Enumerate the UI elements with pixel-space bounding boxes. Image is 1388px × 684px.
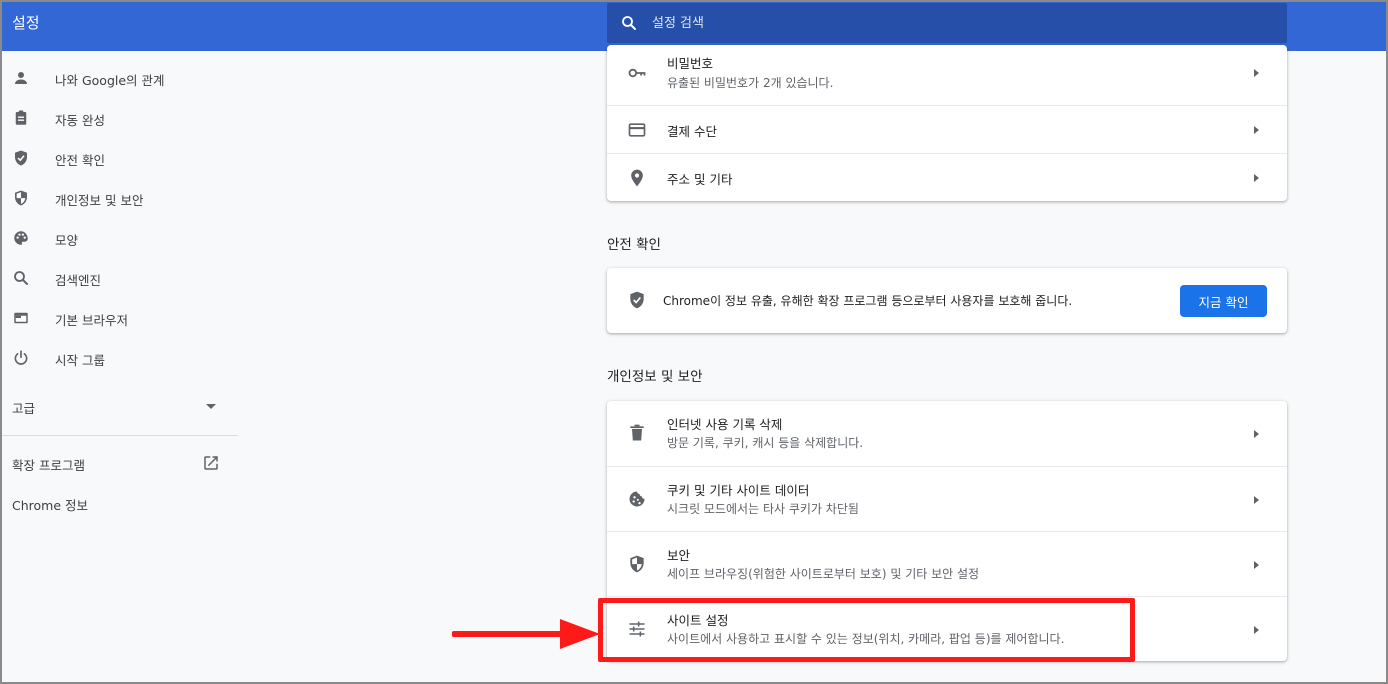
row-title: 결제 수단 <box>667 124 717 139</box>
safety-check-description: Chrome이 정보 유출, 유해한 확장 프로그램 등으로부터 사용자를 보호… <box>663 294 1073 308</box>
row-subtitle: 방문 기록, 쿠키, 캐시 등을 삭제합니다. <box>667 436 864 450</box>
about-chrome-link[interactable]: Chrome 정보 <box>2 483 238 523</box>
sidebar-item-label: 모양 <box>55 233 79 248</box>
sidebar-item-safety-check[interactable]: 안전 확인 <box>2 138 238 178</box>
search-icon <box>14 271 28 285</box>
row-title: 보안 <box>667 548 691 563</box>
shield-check-icon <box>15 150 27 166</box>
chevron-right-icon <box>1254 561 1259 569</box>
advanced-label: 고급 <box>12 401 36 416</box>
advanced-toggle[interactable]: 고급 <box>2 386 238 426</box>
search-box[interactable] <box>607 3 1287 43</box>
chevron-right-icon <box>1254 496 1259 504</box>
row-subtitle: 시크릿 모드에서는 타사 쿠키가 차단됨 <box>667 502 859 516</box>
trash-icon <box>630 424 644 441</box>
power-icon <box>14 350 28 365</box>
row-title: 쿠키 및 기타 사이트 데이터 <box>667 483 810 498</box>
sidebar-item-appearance[interactable]: 모양 <box>2 218 238 258</box>
clipboard-icon <box>15 110 27 125</box>
search-icon <box>622 16 636 30</box>
cookie-icon <box>629 491 645 507</box>
sidebar: 나와 Google의 관계 자동 완성 안전 확인 개인정보 및 보안 모양 검… <box>2 51 238 681</box>
about-label: Chrome 정보 <box>12 498 89 513</box>
autofill-card: 비밀번호 유출된 비밀번호가 2개 있습니다. 결제 수단 주소 및 기타 <box>607 45 1287 201</box>
row-subtitle: 유출된 비밀번호가 2개 있습니다. <box>667 76 834 90</box>
person-icon <box>15 72 27 84</box>
location-pin-icon <box>631 169 643 187</box>
shield-half-icon <box>630 555 644 573</box>
row-title: 주소 및 기타 <box>667 172 733 187</box>
chevron-right-icon <box>1254 626 1259 634</box>
annotation-arrow-icon <box>452 619 600 649</box>
palette-icon <box>14 231 28 245</box>
row-subtitle: 세이프 브라우징(위험한 사이트로부터 보호) 및 기타 보안 설정 <box>667 567 980 581</box>
sidebar-item-label: 자동 완성 <box>55 113 105 128</box>
sidebar-item-autofill[interactable]: 자동 완성 <box>2 98 238 138</box>
passwords-row[interactable]: 비밀번호 유출된 비밀번호가 2개 있습니다. <box>607 45 1287 105</box>
sidebar-item-on-startup[interactable]: 시작 그룹 <box>2 338 238 378</box>
cookies-row[interactable]: 쿠키 및 기타 사이트 데이터 시크릿 모드에서는 타사 쿠키가 차단됨 <box>607 466 1287 531</box>
chevron-right-icon <box>1254 430 1259 438</box>
row-title: 비밀번호 <box>667 56 714 71</box>
extensions-link[interactable]: 확장 프로그램 <box>2 443 238 483</box>
sidebar-item-you-and-google[interactable]: 나와 Google의 관계 <box>2 58 238 98</box>
shield-check-icon <box>630 291 644 309</box>
extensions-label: 확장 프로그램 <box>12 458 85 473</box>
search-input[interactable] <box>652 11 1252 35</box>
caret-down-icon <box>206 404 216 409</box>
privacy-security-heading: 개인정보 및 보안 <box>607 369 703 385</box>
chevron-right-icon <box>1254 69 1259 77</box>
open-in-new-icon <box>204 456 218 470</box>
sidebar-divider <box>2 435 238 436</box>
shield-half-icon <box>15 190 27 206</box>
sidebar-item-label: 나와 Google의 관계 <box>55 73 165 88</box>
browser-icon <box>14 312 28 324</box>
key-icon <box>628 68 646 78</box>
clear-browsing-data-row[interactable]: 인터넷 사용 기록 삭제 방문 기록, 쿠키, 캐시 등을 삭제합니다. <box>607 401 1287 466</box>
page-title: 설정 <box>12 14 40 32</box>
chevron-right-icon <box>1254 174 1259 182</box>
sidebar-item-label: 기본 브라우저 <box>55 313 128 328</box>
top-toolbar: 설정 <box>0 0 1388 51</box>
sidebar-item-privacy-security[interactable]: 개인정보 및 보안 <box>2 178 238 218</box>
check-now-button[interactable]: 지금 확인 <box>1180 285 1267 317</box>
sidebar-item-label: 시작 그룹 <box>55 353 105 368</box>
security-row[interactable]: 보안 세이프 브라우징(위험한 사이트로부터 보호) 및 기타 보안 설정 <box>607 531 1287 596</box>
chevron-right-icon <box>1254 126 1259 134</box>
sidebar-item-label: 개인정보 및 보안 <box>55 193 144 208</box>
safety-check-heading: 안전 확인 <box>607 237 661 253</box>
sidebar-item-default-browser[interactable]: 기본 브라우저 <box>2 298 238 338</box>
sidebar-item-label: 검색엔진 <box>55 273 102 288</box>
annotation-highlight-box <box>598 598 1135 662</box>
sidebar-item-search-engine[interactable]: 검색엔진 <box>2 258 238 298</box>
payment-methods-row[interactable]: 결제 수단 <box>607 105 1287 153</box>
credit-card-icon <box>628 123 646 137</box>
addresses-row[interactable]: 주소 및 기타 <box>607 153 1287 201</box>
sidebar-item-label: 안전 확인 <box>55 153 105 168</box>
safety-check-card: Chrome이 정보 유출, 유해한 확장 프로그램 등으로부터 사용자를 보호… <box>607 268 1287 333</box>
row-title: 인터넷 사용 기록 삭제 <box>667 417 783 432</box>
